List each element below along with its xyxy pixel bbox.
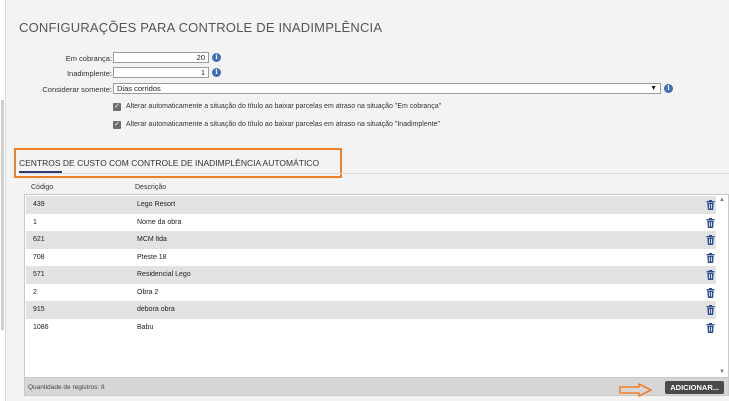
table-row[interactable]: 571 Residencial Lego	[26, 266, 716, 284]
table-row[interactable]: 708 Pteste 18	[26, 248, 716, 266]
add-button[interactable]: ADICIONAR...	[665, 381, 724, 394]
trash-icon[interactable]	[706, 270, 715, 280]
cell-codigo: 621	[33, 236, 45, 243]
settings-panel: CONFIGURAÇÕES PARA CONTROLE DE INADIMPLÊ…	[6, 0, 729, 401]
inadimplente-input[interactable]: 1	[113, 67, 209, 78]
trash-icon[interactable]	[706, 217, 715, 228]
column-header-descricao[interactable]: Descrição	[135, 184, 166, 191]
trash-icon[interactable]	[706, 252, 715, 263]
considerar-somente-select[interactable]: Dias corridos ▼	[113, 83, 661, 94]
cell-descricao: Lego Resort	[137, 201, 176, 208]
arrow-right-icon	[619, 383, 652, 397]
cell-descricao: Obra 2	[137, 288, 159, 296]
column-header-codigo[interactable]: Código	[31, 184, 53, 191]
checkbox-em-cobranca[interactable]: ✓	[113, 103, 121, 111]
left-edge-marker	[1, 100, 4, 330]
cell-codigo: 915	[33, 306, 45, 313]
chevron-down-icon: ▼	[650, 85, 657, 92]
cell-codigo: 439	[33, 201, 45, 208]
trash-icon[interactable]	[706, 287, 715, 298]
cost-center-table: 439 Lego Resort 1 Nome da obra 621 MCM l…	[24, 194, 729, 378]
cell-codigo: 708	[33, 253, 45, 261]
trash-icon[interactable]	[706, 235, 715, 245]
cell-codigo: 2	[33, 288, 37, 296]
scroll-down-arrow[interactable]: ▼	[719, 369, 725, 375]
cell-codigo: 1086	[33, 323, 49, 331]
checkbox-inadimplente[interactable]: ✓	[113, 121, 121, 129]
section-divider	[19, 173, 729, 174]
cell-descricao: Nome da obra	[137, 218, 182, 226]
considerar-somente-value: Dias corridos	[117, 84, 161, 93]
cell-descricao: Residencial Lego	[137, 271, 191, 278]
trash-icon[interactable]	[706, 200, 715, 210]
page-title: CONFIGURAÇÕES PARA CONTROLE DE INADIMPLÊ…	[19, 20, 383, 35]
inadimplente-info-icon[interactable]: i	[212, 68, 221, 77]
table-row[interactable]: 915 debora obra	[26, 301, 716, 319]
cell-descricao: MCM ltda	[137, 236, 167, 243]
cell-descricao: Pteste 18	[137, 253, 167, 261]
table-row[interactable]: 621 MCM ltda	[26, 231, 716, 249]
record-count: Quantidade de registros: 8	[28, 384, 105, 391]
trash-icon[interactable]	[706, 322, 715, 333]
table-row[interactable]: 2 Obra 2	[26, 283, 716, 301]
trash-icon[interactable]	[706, 305, 715, 315]
em-cobranca-label: Em cobrança:	[65, 54, 112, 63]
section-title: CENTROS DE CUSTO COM CONTROLE DE INADIMP…	[19, 158, 320, 168]
table-row[interactable]: 1086 Babu	[26, 318, 716, 336]
cell-codigo: 571	[33, 271, 45, 278]
table-row[interactable]: 439 Lego Resort	[26, 196, 716, 214]
considerar-somente-info-icon[interactable]: i	[664, 84, 673, 93]
scroll-up-arrow[interactable]: ▲	[719, 197, 725, 203]
cell-codigo: 1	[33, 218, 37, 226]
checkbox-inadimplente-label: Alterar automaticamente a situação do tí…	[126, 121, 440, 128]
table-row[interactable]: 1 Nome da obra	[26, 213, 716, 231]
em-cobranca-info-icon[interactable]: i	[212, 53, 221, 62]
considerar-somente-label: Considerar somente:	[42, 85, 112, 94]
cell-descricao: debora obra	[137, 306, 175, 313]
cell-descricao: Babu	[137, 323, 154, 331]
inadimplente-label: Inadimplente:	[66, 69, 112, 78]
checkbox-em-cobranca-label: Alterar automaticamente a situação do tí…	[126, 103, 442, 110]
em-cobranca-input[interactable]: 20	[113, 52, 209, 63]
